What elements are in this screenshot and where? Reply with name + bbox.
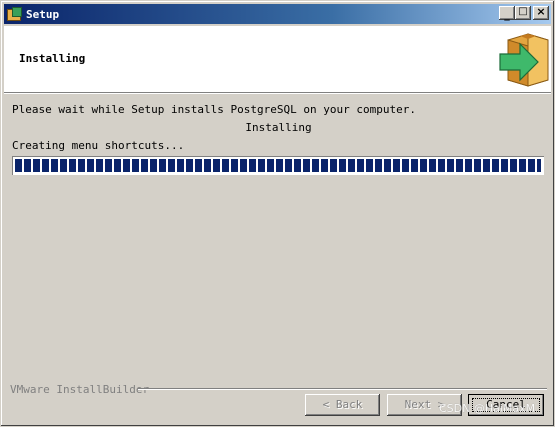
maximize-icon: □	[518, 6, 528, 17]
window-title: Setup	[26, 7, 60, 21]
setup-window: Setup _ □ × Installing Please wait while…	[0, 0, 555, 427]
header-panel: Installing	[4, 26, 551, 92]
close-icon: ×	[536, 5, 546, 18]
install-message: Please wait while Setup installs Postgre…	[12, 103, 416, 116]
close-button[interactable]: ×	[533, 5, 549, 20]
installer-brand: VMware InstallBuilder	[10, 383, 150, 396]
install-status: Installing	[245, 121, 312, 134]
maximize-button[interactable]: □	[515, 6, 531, 20]
progress-bar	[12, 156, 544, 175]
minimize-icon: _	[504, 8, 510, 21]
title-bar[interactable]: Setup _ □ ×	[4, 4, 551, 24]
progress-fill	[15, 159, 541, 172]
back-button[interactable]: < Back	[305, 394, 380, 416]
footer-divider	[138, 388, 547, 390]
header-divider	[4, 92, 551, 94]
install-box-arrow-icon	[499, 33, 549, 87]
watermark: CSDN @HaiMaxM	[439, 402, 536, 415]
installer-box-icon	[6, 6, 22, 22]
current-action: Creating menu shortcuts...	[12, 139, 185, 152]
minimize-button[interactable]: _	[499, 6, 515, 21]
page-title: Installing	[19, 52, 86, 65]
